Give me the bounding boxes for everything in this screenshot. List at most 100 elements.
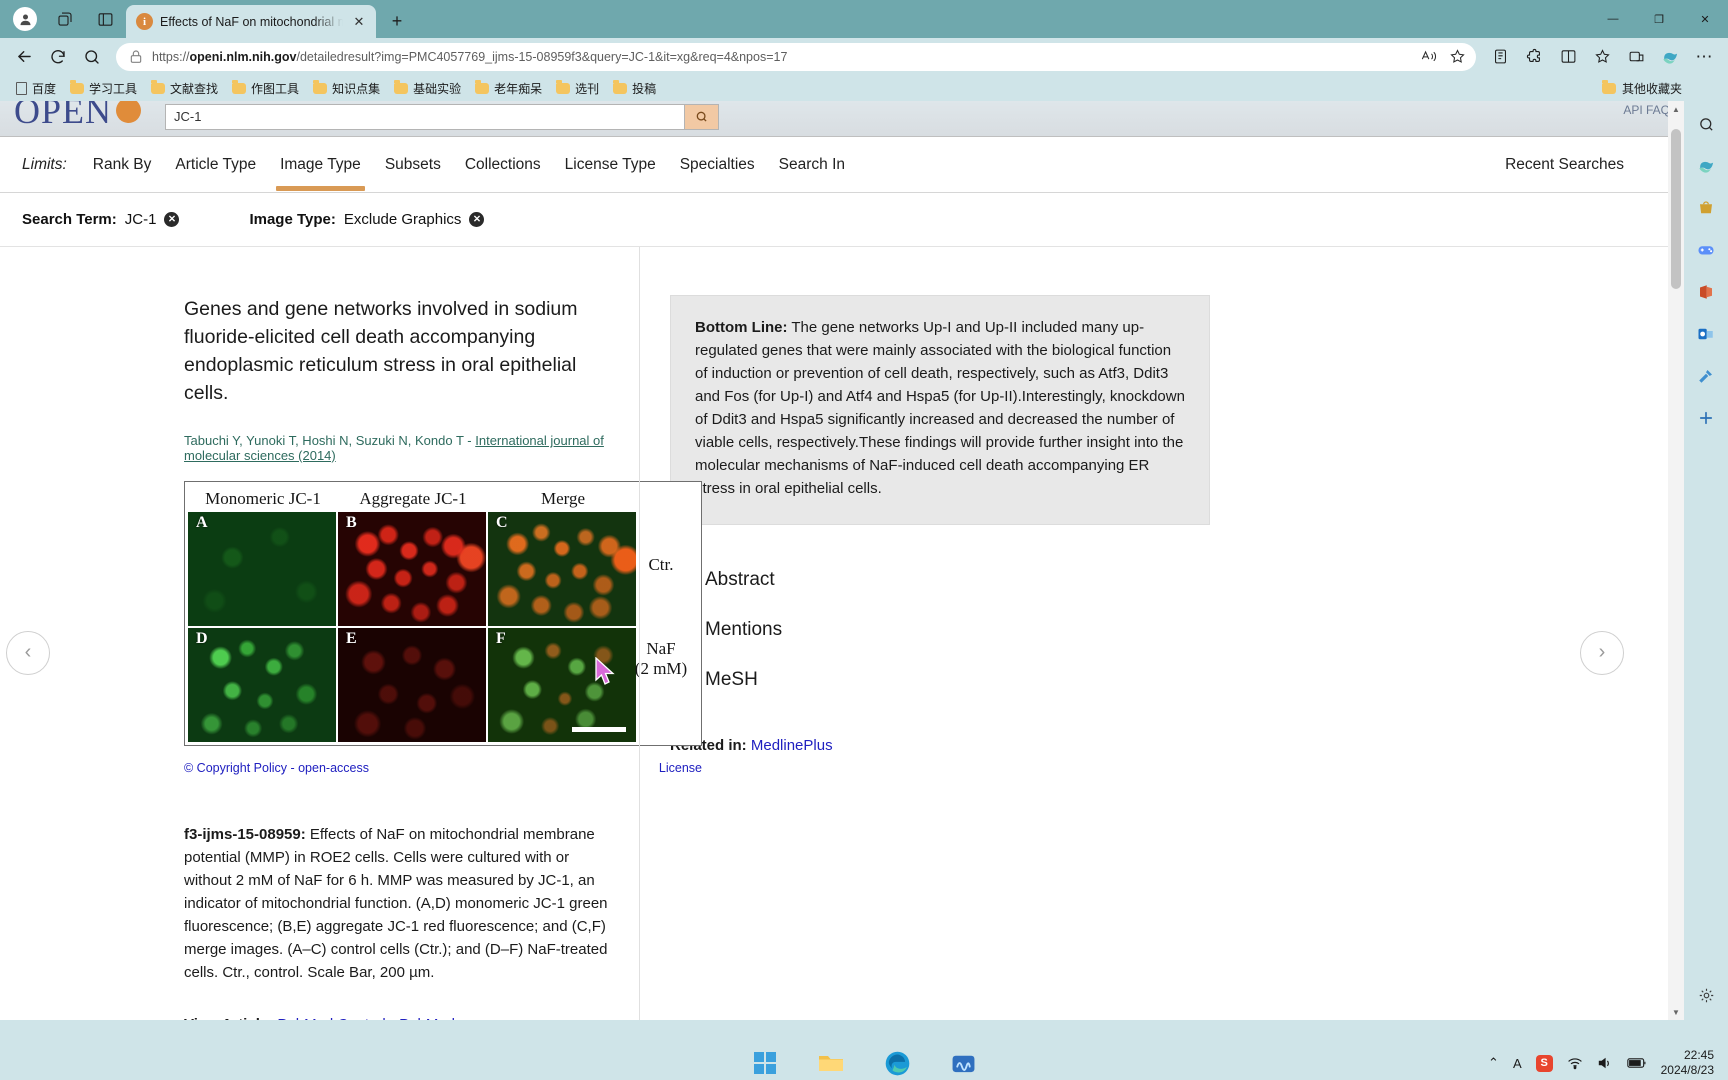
accordion-abstract[interactable]: + Abstract [670,555,1644,605]
tools-icon[interactable] [1691,361,1721,391]
folder-icon [232,80,247,94]
window-controls: — ❐ ✕ [1590,0,1728,38]
api-faq-link[interactable]: API FAQ [1623,103,1670,117]
panel-label-c: C [496,514,508,531]
shopping-icon[interactable] [1691,193,1721,223]
scroll-down-arrow-icon[interactable]: ▼ [1668,1004,1684,1020]
close-window-button[interactable]: ✕ [1682,0,1728,38]
wifi-icon[interactable] [1567,1056,1583,1070]
edge-sidebar [1684,101,1728,1020]
tray-app-icon[interactable]: S [1535,1054,1553,1072]
maximize-button[interactable]: ❐ [1636,0,1682,38]
extensions-icon[interactable] [1518,42,1550,72]
limits-nav: Limits: Rank By Article Type Image Type … [0,137,1684,193]
site-search-value: JC-1 [174,109,202,124]
collections-icon[interactable] [1484,42,1516,72]
limit-specialties[interactable]: Specialties [668,150,767,180]
bookmark-label: 百度 [32,81,57,96]
bookmark-item[interactable]: 学习工具 [64,78,143,99]
bookmark-item[interactable]: 百度 [10,78,62,99]
accordion-mesh-label: MeSH [705,669,758,690]
read-aloud-icon[interactable] [1416,44,1442,70]
remove-search-term-icon[interactable]: ✕ [164,212,180,227]
accordion-mentions[interactable]: + Mentions [670,605,1644,655]
limit-article-type[interactable]: Article Type [163,150,268,180]
limit-collections[interactable]: Collections [453,150,553,180]
limit-image-type[interactable]: Image Type [268,150,373,191]
tray-chevron-icon[interactable]: ⌃ [1488,1055,1499,1071]
bookmark-item[interactable]: 投稿 [607,78,662,99]
games-icon[interactable] [1691,235,1721,265]
split-screen-icon[interactable] [1552,42,1584,72]
copyright-policy-link[interactable]: © Copyright Policy - open-access [184,761,369,775]
title-bar-left-icons [0,0,122,38]
clock-date: 2024/8/23 [1660,1063,1714,1077]
microsoft-edge-button[interactable] [875,1041,919,1080]
search-icon[interactable] [1691,109,1721,139]
search-button[interactable] [76,42,108,72]
medlineplus-link[interactable]: MedlinePlus [751,737,833,754]
copilot-icon[interactable] [1691,151,1721,181]
copilot-icon[interactable] [1654,42,1686,72]
openi-logo[interactable]: OPEN [14,101,142,132]
app-button[interactable] [941,1041,985,1080]
detailed-result: ‹ › Genes and gene networks involved in … [0,247,1684,1020]
figure-scale-bar [572,727,626,732]
figure-row-label-naf: NaF (2 mM) [632,639,690,679]
panel-label-d: D [196,630,208,647]
figure-row-labels: Ctr. NaF (2 mM) [632,519,690,679]
minimize-button[interactable]: — [1590,0,1636,38]
add-icon[interactable] [1691,403,1721,433]
ime-indicator[interactable]: A [1513,1056,1522,1071]
page-scrollbar[interactable]: ▲ ▼ [1668,101,1684,1020]
tab-search-copilot-icon[interactable] [48,4,82,34]
browser-tab[interactable]: i Effects of NaF on mitochondrial m ✕ [126,5,376,38]
app-icon [952,1055,974,1072]
limit-subsets[interactable]: Subsets [373,150,453,180]
bookmark-item[interactable]: 知识点集 [307,78,386,99]
accordion-mesh[interactable]: + MeSH [670,655,1644,705]
limit-rank-by[interactable]: Rank By [81,150,164,180]
browser-essentials-icon[interactable] [1620,42,1652,72]
scroll-up-arrow-icon[interactable]: ▲ [1668,101,1684,117]
address-bar[interactable]: https://openi.nlm.nih.gov/detailedresult… [116,42,1476,71]
more-options-icon[interactable]: ⋯ [1688,42,1720,72]
new-tab-button[interactable]: + [382,6,412,36]
bookmark-item[interactable]: 老年痴呆 [469,78,548,99]
other-favorites[interactable]: 其他收藏夹 [1601,80,1682,97]
volume-icon[interactable] [1597,1056,1613,1070]
accordion-abstract-label: Abstract [705,569,775,590]
clock[interactable]: 22:45 2024/8/23 [1661,1048,1714,1078]
info-favicon: i [136,13,153,30]
figure-panel-a: A [188,512,336,626]
bookmark-item[interactable]: 基础实验 [388,78,467,99]
bookmark-item[interactable]: 选刊 [550,78,605,99]
office-icon[interactable] [1691,277,1721,307]
start-button[interactable] [743,1041,787,1080]
recent-searches-link[interactable]: Recent Searches [1505,156,1624,174]
limit-search-in[interactable]: Search In [767,150,857,180]
scrollbar-track[interactable] [1668,117,1684,1004]
bookmark-item[interactable]: 作图工具 [226,78,305,99]
figure-image[interactable]: Monomeric JC-1 Aggregate JC-1 Merge A B [184,481,702,746]
split-pane-icon[interactable] [88,4,122,34]
tab-close-icon[interactable]: ✕ [350,13,368,31]
file-explorer-button[interactable] [809,1041,853,1080]
favorites-icon[interactable] [1586,42,1618,72]
profile-button[interactable] [8,4,42,34]
favorite-star-icon[interactable] [1444,44,1470,70]
back-button[interactable] [8,42,40,72]
bookmark-item[interactable]: 文献查找 [145,78,224,99]
license-link[interactable]: License [659,761,702,775]
next-result-button[interactable]: › [1580,630,1624,675]
outlook-icon[interactable] [1691,319,1721,349]
remove-image-type-icon[interactable]: ✕ [469,212,485,227]
scrollbar-thumb[interactable] [1671,129,1681,289]
settings-gear-icon[interactable] [1691,980,1721,1010]
battery-icon[interactable] [1626,1057,1647,1069]
site-search-button[interactable] [685,103,720,130]
limit-license-type[interactable]: License Type [553,150,668,180]
refresh-button[interactable] [42,42,74,72]
site-search-input[interactable]: JC-1 [165,103,686,130]
page-icon [16,81,27,95]
